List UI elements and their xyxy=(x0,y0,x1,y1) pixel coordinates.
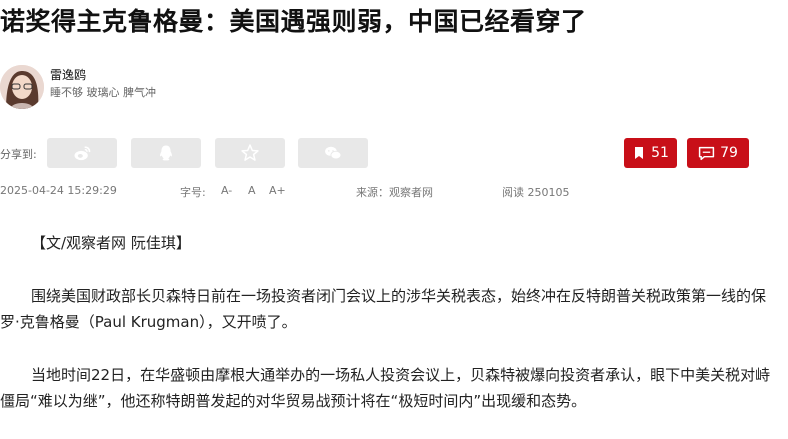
author-name[interactable]: 雷逸鸥 xyxy=(50,66,86,83)
avatar-photo-icon xyxy=(0,65,44,109)
bookmark-button[interactable]: 51 xyxy=(624,138,677,168)
comment-button[interactable]: 79 xyxy=(687,138,749,168)
article-byline: 【文/观察者网 阮佳琪】 xyxy=(31,234,191,252)
article-title: 诺奖得主克鲁格曼：美国遇强则弱，中国已经看穿了 xyxy=(0,7,587,36)
bookmark-count: 51 xyxy=(651,145,669,161)
article-paragraph: 当地时间22日，在华盛顿由摩根大通举办的一场私人投资会议上，贝森特被爆向投资者承… xyxy=(0,366,771,410)
comment-count: 79 xyxy=(720,145,738,161)
weibo-icon xyxy=(74,146,91,161)
share-wechat-button[interactable] xyxy=(298,138,368,168)
share-label: 分享到: xyxy=(0,148,37,161)
share-qzone-button[interactable] xyxy=(215,138,285,168)
author-tags: 睡不够 玻璃心 脾气冲 xyxy=(50,86,156,99)
publish-datetime: 2025-04-24 15:29:29 xyxy=(0,184,117,197)
font-larger-button[interactable]: A+ xyxy=(269,184,286,197)
qzone-star-icon xyxy=(241,144,259,161)
article-paragraph: 围绕美国财政部长贝森特日前在一场投资者闭门会议上的涉华关税表态，始终冲在反特朗普… xyxy=(0,287,767,331)
share-weibo-button[interactable] xyxy=(47,138,117,168)
wechat-icon xyxy=(325,146,342,160)
font-normal-button[interactable]: A xyxy=(248,184,256,197)
comment-icon xyxy=(698,146,715,160)
font-smaller-button[interactable]: A- xyxy=(221,184,232,197)
qq-icon xyxy=(160,145,172,161)
read-count: 阅读 250105 xyxy=(502,186,570,199)
share-qq-button[interactable] xyxy=(131,138,201,168)
avatar[interactable] xyxy=(0,65,44,109)
article-source: 来源：观察者网 xyxy=(356,186,433,199)
font-size-label: 字号: xyxy=(180,186,206,199)
bookmark-icon xyxy=(635,147,644,159)
